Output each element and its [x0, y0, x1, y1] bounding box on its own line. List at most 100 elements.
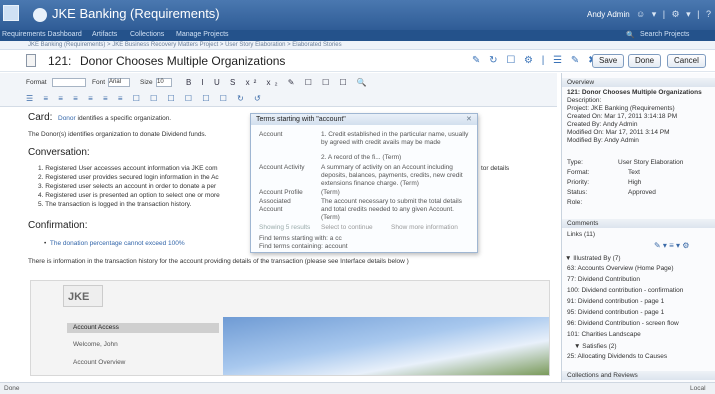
popup-title: Terms starting with "account" [251, 114, 477, 125]
header-icons[interactable]: ☺ ▾ | ⚙ ▾ | ? [636, 9, 713, 20]
format-label: Format [26, 79, 47, 86]
term-definition: 2. A record of the fi... (Term) [321, 154, 402, 161]
font-label: Font [92, 79, 106, 86]
link-item[interactable]: 91: Dividend contribution - page 1 [567, 298, 664, 305]
nav-artifacts[interactable]: Artifacts [92, 31, 117, 38]
transaction-note: There is information in the transaction … [28, 258, 409, 265]
mockup-menu-item: Welcome, John [73, 341, 118, 348]
attr-type-value[interactable]: User Story Elaboration [618, 159, 683, 166]
attr-format-label: Format: [567, 169, 590, 176]
right-side-panel: Overview 121: Donor Chooses Multiple Org… [561, 73, 715, 394]
collections-heading[interactable]: Collections and Reviews [562, 371, 715, 380]
artifact-title-row: 121: Donor Chooses Multiple Organization… [0, 50, 715, 72]
popup-result-count: Showing 5 results [259, 224, 311, 231]
mockup-menu-item: Account Access [67, 323, 219, 333]
status-zone: Local [690, 385, 706, 392]
confirmation-heading: Confirmation: [28, 220, 88, 231]
landscape-image [223, 317, 549, 375]
nav-dashboard[interactable]: Requirements Dashboard [2, 31, 82, 38]
term-account-profile[interactable]: Account Profile [259, 189, 303, 196]
artifact-title: Donor Chooses Multiple Organizations [80, 54, 286, 68]
term-definition: 1. Credit established in the particular … [321, 131, 469, 146]
overview-created-on: Created On: Mar 17, 2011 3:14:18 PM [567, 113, 678, 120]
format-toolbar: Format Font Arial Size 10 B I U S x² x₂ … [0, 73, 557, 107]
breadcrumb-text[interactable]: JKE Banking (Requirements) > JKE Busines… [28, 42, 342, 48]
conversation-item: 3. Registered user selects an account in… [38, 183, 217, 190]
popup-find-starting[interactable]: Find terms starting with: a cc [259, 235, 342, 242]
attr-status-value[interactable]: Approved [628, 189, 656, 196]
status-text: Done [4, 385, 20, 392]
links-group-illustrated-by[interactable]: ▼ Illustrated By (7) [565, 255, 621, 262]
link-item[interactable]: 63: Accounts Overview (Home Page) [567, 265, 674, 272]
text-style-icons[interactable]: B I U S x² x₂ ✎ ☐ ☐ ☐ 🔍 [186, 78, 371, 87]
app-title: JKE Banking (Requirements) [52, 6, 220, 21]
link-item[interactable]: 25: Allocating Dividends to Causes [567, 353, 667, 360]
size-label: Size [140, 79, 153, 86]
conversation-item: 4. Registered user is presented an optio… [38, 192, 220, 199]
link-item[interactable]: 77: Dividend Contribution [567, 276, 640, 283]
cancel-button[interactable]: Cancel [667, 54, 706, 68]
confirmation-item: • The donation percentage cannot exceed … [44, 240, 185, 247]
close-icon[interactable]: ✕ [466, 115, 472, 123]
attr-type-label: Type: [567, 159, 583, 166]
popup-more-info-link[interactable]: Show more information [391, 224, 458, 231]
link-item[interactable]: 95: Dividend contribution - page 1 [567, 309, 664, 316]
term-account[interactable]: Account [259, 131, 283, 138]
paragraph-icons[interactable]: ☰ ≡ ≡ ≡ ≡ ≡ ≡ ☐ ☐ ☐ ☐ ☐ ☐ ↻ ↺ [26, 94, 265, 103]
ui-mockup-image: JKE Account Access Welcome, John Account… [30, 280, 550, 376]
search-input[interactable]: Search Projects [640, 31, 689, 38]
breadcrumb: JKE Banking (Requirements) > JKE Busines… [0, 41, 715, 50]
conversation-tail: tor details [481, 165, 510, 172]
term-definition: (Term) [321, 189, 340, 196]
term-definition: A summary of activity on an Account incl… [321, 164, 463, 187]
conversation-item: 5. The transaction is logged in the tran… [38, 201, 192, 208]
overview-modified-on: Modified On: Mar 17, 2011 3:14 PM [567, 129, 670, 136]
done-button[interactable]: Done [628, 54, 662, 68]
card-subtext: The Donor(s) identifies organization to … [28, 131, 207, 138]
format-select[interactable] [52, 78, 86, 87]
artifact-toolbar-icons[interactable]: ✎ ↻ ☐ ⚙ | ☰ ✎ ✖ [472, 55, 599, 66]
links-toolbar-icons[interactable]: ✎ ▾ ≡ ▾ ⚙ [654, 241, 689, 250]
search-icon[interactable]: 🔍 [626, 31, 635, 39]
nav-bar: Requirements Dashboard Artifacts Collect… [0, 30, 715, 41]
font-select[interactable]: Arial [108, 78, 130, 87]
overview-created-by: Created By: Andy Admin [567, 121, 638, 128]
attr-status-label: Status: [567, 189, 588, 196]
comments-heading[interactable]: Comments [562, 219, 715, 228]
nav-manage-projects[interactable]: Manage Projects [176, 31, 229, 38]
document-icon [26, 54, 36, 67]
card-line: Donor identifies a specific organization… [58, 115, 171, 122]
conversation-item: 1. Registered User accesses account info… [38, 165, 218, 172]
mockup-menu-item: Account Overview [73, 359, 126, 366]
size-select[interactable]: 10 [156, 78, 172, 87]
links-group-satisfies[interactable]: ▼ Satisfies (2) [574, 343, 617, 350]
attr-format-value[interactable]: Text [628, 169, 640, 176]
term-associated-account[interactable]: Associated Account [259, 198, 315, 214]
overview-title: 121: Donor Chooses Multiple Organization… [567, 89, 702, 96]
link-item[interactable]: 101: Charities Landscape [567, 331, 641, 338]
attr-priority-value[interactable]: High [628, 179, 641, 186]
artifact-id: 121: [48, 54, 72, 68]
link-item[interactable]: 100: Dividend contribution - confirmatio… [567, 287, 683, 294]
glossary-terms-popup[interactable]: Terms starting with "account" ✕ Account … [250, 113, 478, 253]
term-definition: The account necessary to submit the tota… [321, 198, 462, 221]
app-header: JKE Banking (Requirements) Andy Admin ☺ … [0, 0, 715, 30]
card-link[interactable]: Donor [58, 115, 76, 122]
overview-heading[interactable]: Overview [562, 78, 715, 87]
link-item[interactable]: 96: Dividend Contribution - screen flow [567, 320, 679, 327]
term-account-activity[interactable]: Account Activity [259, 164, 305, 171]
save-button[interactable]: Save [592, 54, 625, 68]
nav-collections[interactable]: Collections [130, 31, 164, 38]
attr-role-label: Role: [567, 199, 583, 206]
card-text: identifies a specific organization. [77, 115, 172, 122]
user-name[interactable]: Andy Admin [587, 10, 630, 19]
overview-modified-by: Modified By: Andy Admin [567, 137, 639, 144]
app-logo-icon [33, 8, 47, 22]
mockup-logo: JKE [63, 285, 103, 307]
links-heading[interactable]: Links (11) [567, 231, 595, 238]
popup-find-containing[interactable]: Find terms containing: account [259, 243, 348, 250]
home-icon[interactable] [3, 5, 19, 21]
popup-continue-link[interactable]: Select to continue [321, 224, 373, 231]
overview-description-label: Description: [567, 97, 602, 104]
overview-project: Project: JKE Banking (Requirements) [567, 105, 675, 112]
